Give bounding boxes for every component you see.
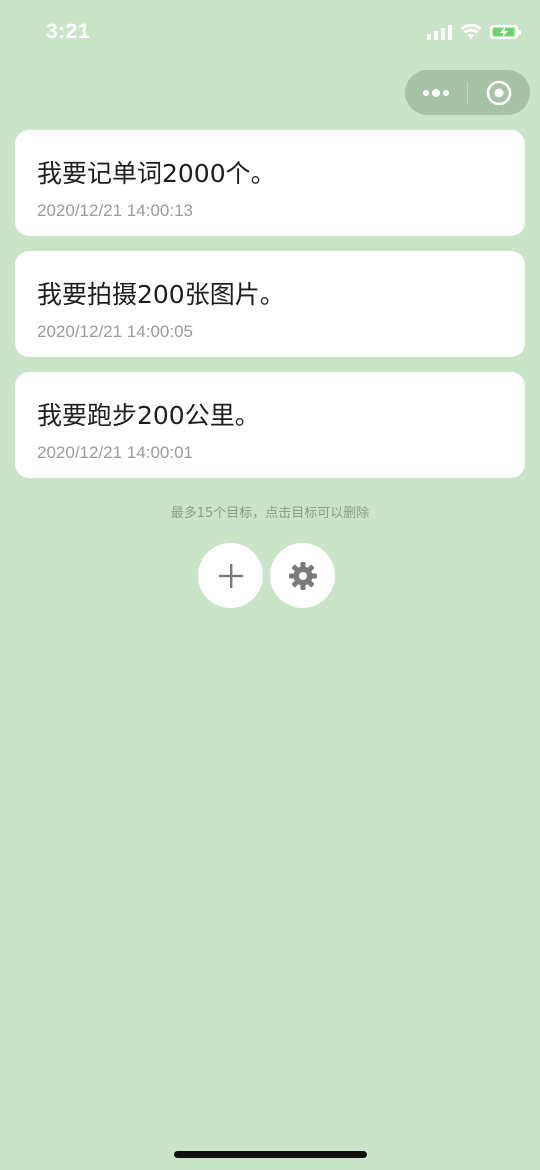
settings-button[interactable] (270, 543, 335, 608)
goal-timestamp: 2020/12/21 14:00:05 (37, 322, 193, 341)
goal-timestamp: 2020/12/21 14:00:01 (37, 443, 193, 462)
plus-icon (218, 563, 243, 588)
goal-list: 我要记单词2000个。 2020/12/21 14:00:13 我要拍摄200张… (15, 130, 525, 493)
more-icon (423, 88, 449, 97)
goal-card[interactable]: 我要跑步200公里。 2020/12/21 14:00:01 (15, 372, 525, 478)
status-bar: 3:21 (0, 0, 540, 66)
gear-icon (288, 561, 317, 590)
signal-icon (427, 24, 452, 40)
wifi-icon (460, 24, 482, 39)
home-indicator[interactable] (174, 1151, 367, 1158)
goal-title: 我要拍摄200张图片。 (37, 280, 285, 309)
more-button[interactable] (405, 70, 467, 115)
goal-card[interactable]: 我要记单词2000个。 2020/12/21 14:00:13 (15, 130, 525, 236)
close-button[interactable] (468, 70, 530, 115)
menu-capsule (405, 70, 530, 115)
status-time: 3:21 (46, 20, 91, 43)
goal-timestamp: 2020/12/21 14:00:13 (37, 201, 193, 220)
battery-charging-icon (490, 25, 521, 39)
goal-title: 我要跑步200公里。 (37, 401, 260, 430)
status-icons (427, 24, 521, 40)
hint-text: 最多15个目标，点击目标可以删除 (170, 506, 370, 521)
goal-title: 我要记单词2000个。 (37, 159, 276, 188)
add-goal-button[interactable] (198, 543, 263, 608)
goal-card[interactable]: 我要拍摄200张图片。 2020/12/21 14:00:05 (15, 251, 525, 357)
circle-dot-icon (486, 80, 512, 105)
